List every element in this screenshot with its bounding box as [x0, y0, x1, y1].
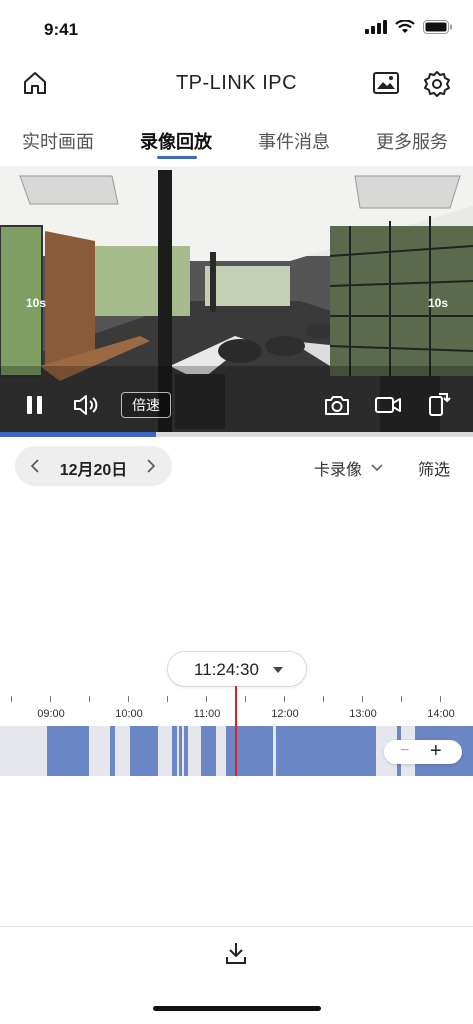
- gallery-icon: [373, 72, 399, 94]
- recording-segment[interactable]: [110, 726, 115, 776]
- video-player[interactable]: 10s 10s 倍速: [0, 166, 473, 432]
- bottom-divider: [0, 926, 473, 927]
- tick: [440, 696, 441, 702]
- download-icon: [226, 943, 246, 964]
- tick-label: 12:00: [271, 708, 299, 720]
- rotate-button[interactable]: [427, 391, 451, 422]
- recording-segment[interactable]: [184, 726, 188, 776]
- pause-button[interactable]: [25, 394, 45, 421]
- recording-segment[interactable]: [179, 726, 182, 776]
- tick: [50, 696, 51, 702]
- storage-source-dropdown[interactable]: 卡录像: [314, 456, 384, 480]
- tick: [323, 696, 324, 702]
- playback-progress-bar[interactable]: [0, 432, 473, 437]
- tick: [11, 696, 12, 702]
- video-frame: [0, 166, 473, 432]
- recording-segment[interactable]: [276, 726, 376, 776]
- recording-segment[interactable]: [130, 726, 158, 776]
- zoom-in-button[interactable]: +: [430, 740, 442, 763]
- current-time-selector[interactable]: 11:24:30: [167, 651, 307, 687]
- speed-button[interactable]: 倍速: [121, 392, 171, 418]
- tick: [128, 696, 129, 702]
- playback-progress-fill: [0, 432, 157, 437]
- battery-icon: [423, 20, 452, 34]
- record-icon: [375, 397, 401, 413]
- page-title: TP-LINK IPC: [175, 72, 298, 94]
- tick: [206, 696, 207, 702]
- volume-icon: [74, 395, 98, 415]
- rotate-icon: [429, 393, 451, 416]
- recording-segment[interactable]: [47, 726, 89, 776]
- tab-events[interactable]: 事件消息: [258, 128, 330, 154]
- tick-label: 14:00: [427, 708, 455, 720]
- tick: [167, 696, 168, 702]
- recording-segment[interactable]: [201, 726, 216, 776]
- tab-live[interactable]: 实时画面: [22, 128, 94, 154]
- wifi-icon: [395, 20, 415, 33]
- tick-label: 11:00: [193, 708, 221, 720]
- camera-icon: [325, 396, 349, 415]
- settings-button[interactable]: [423, 70, 451, 103]
- tick: [362, 696, 363, 702]
- tick-label: 10:00: [115, 708, 143, 720]
- tab-bar: 实时画面 录像回放 事件消息 更多服务: [0, 124, 473, 164]
- recording-segment[interactable]: [226, 726, 273, 776]
- filter-button[interactable]: 筛选: [418, 456, 450, 480]
- status-icons: [365, 20, 453, 34]
- tab-more-services[interactable]: 更多服务: [376, 128, 448, 154]
- caret-down-icon: [273, 667, 283, 673]
- header: TP-LINK IPC: [0, 60, 473, 108]
- tick-label: 13:00: [349, 708, 377, 720]
- tick-label: 09:00: [37, 708, 65, 720]
- timeline-playhead[interactable]: [235, 686, 237, 776]
- chevron-right-icon: [147, 459, 156, 473]
- seek-forward-label[interactable]: 10s: [428, 296, 448, 310]
- tick: [89, 696, 90, 702]
- snapshot-button[interactable]: [324, 393, 350, 422]
- active-tab-indicator: [157, 156, 197, 159]
- pause-icon: [27, 396, 42, 414]
- settings-icon: [424, 71, 450, 97]
- current-time: 11:24:30: [194, 660, 259, 679]
- home-indicator: [153, 1006, 321, 1011]
- recording-segment[interactable]: [172, 726, 177, 776]
- date-selector: 12月20日: [15, 446, 172, 486]
- status-time: 9:41: [44, 20, 79, 39]
- signal-icon: [365, 20, 387, 34]
- tab-playback[interactable]: 录像回放: [140, 128, 212, 154]
- download-button[interactable]: [224, 940, 248, 971]
- timeline-zoom-control: − +: [384, 740, 462, 764]
- tick: [284, 696, 285, 702]
- record-button[interactable]: [374, 394, 402, 421]
- gallery-button[interactable]: [372, 70, 400, 101]
- tick: [401, 696, 402, 702]
- seek-back-label[interactable]: 10s: [26, 296, 46, 310]
- status-bar: 9:41: [0, 0, 473, 56]
- volume-button[interactable]: [72, 393, 100, 422]
- chevron-down-icon: [371, 464, 383, 472]
- next-day-button[interactable]: [145, 456, 157, 481]
- zoom-out-button[interactable]: −: [400, 742, 409, 760]
- storage-source-label: 卡录像: [314, 462, 363, 479]
- tick: [245, 696, 246, 702]
